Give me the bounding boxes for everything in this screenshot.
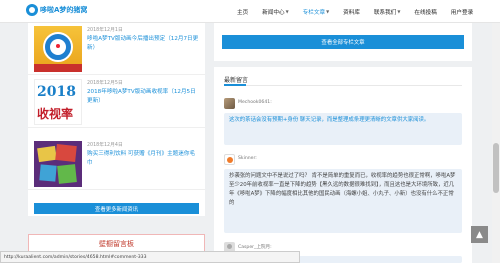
avatar[interactable] bbox=[224, 98, 235, 109]
nav-item-contact[interactable]: 联系我们 ▼ bbox=[367, 8, 407, 16]
news-item[interactable]: 2018年12月4日 购买三得利饮料 可获赠《月刊》主题迷你毛巾 bbox=[28, 138, 205, 190]
logo-text: 哆啦A梦的猪窝 bbox=[40, 6, 88, 14]
more-news-button[interactable]: 查看更多新闻资讯 bbox=[34, 203, 199, 214]
nav-item-columns[interactable]: 专栏文章 ▼ bbox=[296, 8, 336, 16]
news-thumbnail[interactable] bbox=[34, 26, 82, 72]
nav-item-login[interactable]: 用户登录 bbox=[444, 8, 480, 16]
news-thumbnail[interactable] bbox=[34, 141, 82, 187]
page-scrollbar[interactable] bbox=[492, 23, 500, 263]
chevron-down-icon: ▼ bbox=[285, 9, 289, 14]
message-board-title[interactable]: 壁橱留言板 bbox=[29, 239, 204, 249]
news-title[interactable]: 2018年哆啦A梦TV版动画收视率（12月5日更新） bbox=[87, 88, 199, 106]
chevron-down-icon: ▼ bbox=[397, 9, 401, 14]
more-articles-button[interactable]: 查看全部专栏文章 bbox=[222, 35, 464, 49]
nav-item-home[interactable]: 主页 bbox=[230, 8, 255, 16]
news-title[interactable]: 哆啦A梦TV版动画今后播出预定（12月7日更新） bbox=[87, 35, 199, 53]
main-nav: 主页 新闻中心 ▼ 专栏文章 ▼ 资料库 联系我们 ▼ 在线投稿 用户登录 bbox=[230, 0, 480, 23]
articles-panel: 查看全部专栏文章 bbox=[214, 23, 472, 61]
title-accent bbox=[224, 84, 246, 86]
divider bbox=[224, 85, 462, 86]
logo-icon bbox=[26, 4, 38, 16]
news-item[interactable]: 2018年12月1日 哆啦A梦TV版动画今后播出预定（12月7日更新） bbox=[28, 23, 205, 75]
comment-author[interactable]: Casper_上院月: bbox=[238, 244, 272, 250]
news-title[interactable]: 购买三得利饮料 可获赠《月刊》主题迷你毛巾 bbox=[87, 150, 199, 168]
news-date: 2018年12月1日 bbox=[87, 28, 123, 33]
avatar[interactable] bbox=[224, 154, 235, 165]
nav-item-submit[interactable]: 在线投稿 bbox=[407, 8, 443, 16]
news-item[interactable]: 2018 收视率 2018年12月5日 2018年哆啦A梦TV版动画收视率（12… bbox=[28, 76, 205, 128]
news-panel: 2018年12月1日 哆啦A梦TV版动画今后播出预定（12月7日更新） 2018… bbox=[28, 23, 205, 216]
nav-item-database[interactable]: 资料库 bbox=[336, 8, 367, 16]
arrow-up-icon: ▲ bbox=[476, 229, 483, 240]
news-thumbnail[interactable]: 2018 收视率 bbox=[34, 79, 82, 125]
comments-title: 最新留言 bbox=[224, 77, 249, 84]
comment-author[interactable]: Mechook0641: bbox=[238, 100, 272, 105]
news-date: 2018年12月5日 bbox=[87, 81, 123, 86]
comment-bubble[interactable]: 抄袭张的问题文中不是说过了吗？ 肯不是简单的重复而已，收视率的趋势也很正常啊，哆… bbox=[224, 169, 462, 233]
site-header: 哆啦A梦的猪窝 主页 新闻中心 ▼ 专栏文章 ▼ 资料库 联系我们 ▼ 在线投稿 用户… bbox=[0, 0, 500, 23]
news-date: 2018年12月4日 bbox=[87, 143, 123, 148]
nav-item-news[interactable]: 新闻中心 ▼ bbox=[255, 8, 295, 16]
site-logo[interactable]: 哆啦A梦的猪窝 bbox=[26, 4, 87, 16]
comment-author[interactable]: Skinner: bbox=[238, 156, 257, 161]
comment-bubble[interactable]: 这次的茶话会没有预期+身份 聊天记录，而是整理成条理更清晰的文章供大家阅读。 bbox=[224, 113, 462, 145]
back-to-top-button[interactable]: ▲ bbox=[471, 226, 488, 243]
scrollbar-thumb[interactable] bbox=[493, 143, 499, 193]
chevron-down-icon: ▼ bbox=[326, 9, 330, 14]
browser-status-bar: http://kuraalient.com/admin/stories/4658… bbox=[0, 251, 300, 263]
comments-panel: 最新留言 Mechook0641: 这次的茶话会没有预期+身份 聊天记录，而是整… bbox=[214, 67, 472, 263]
